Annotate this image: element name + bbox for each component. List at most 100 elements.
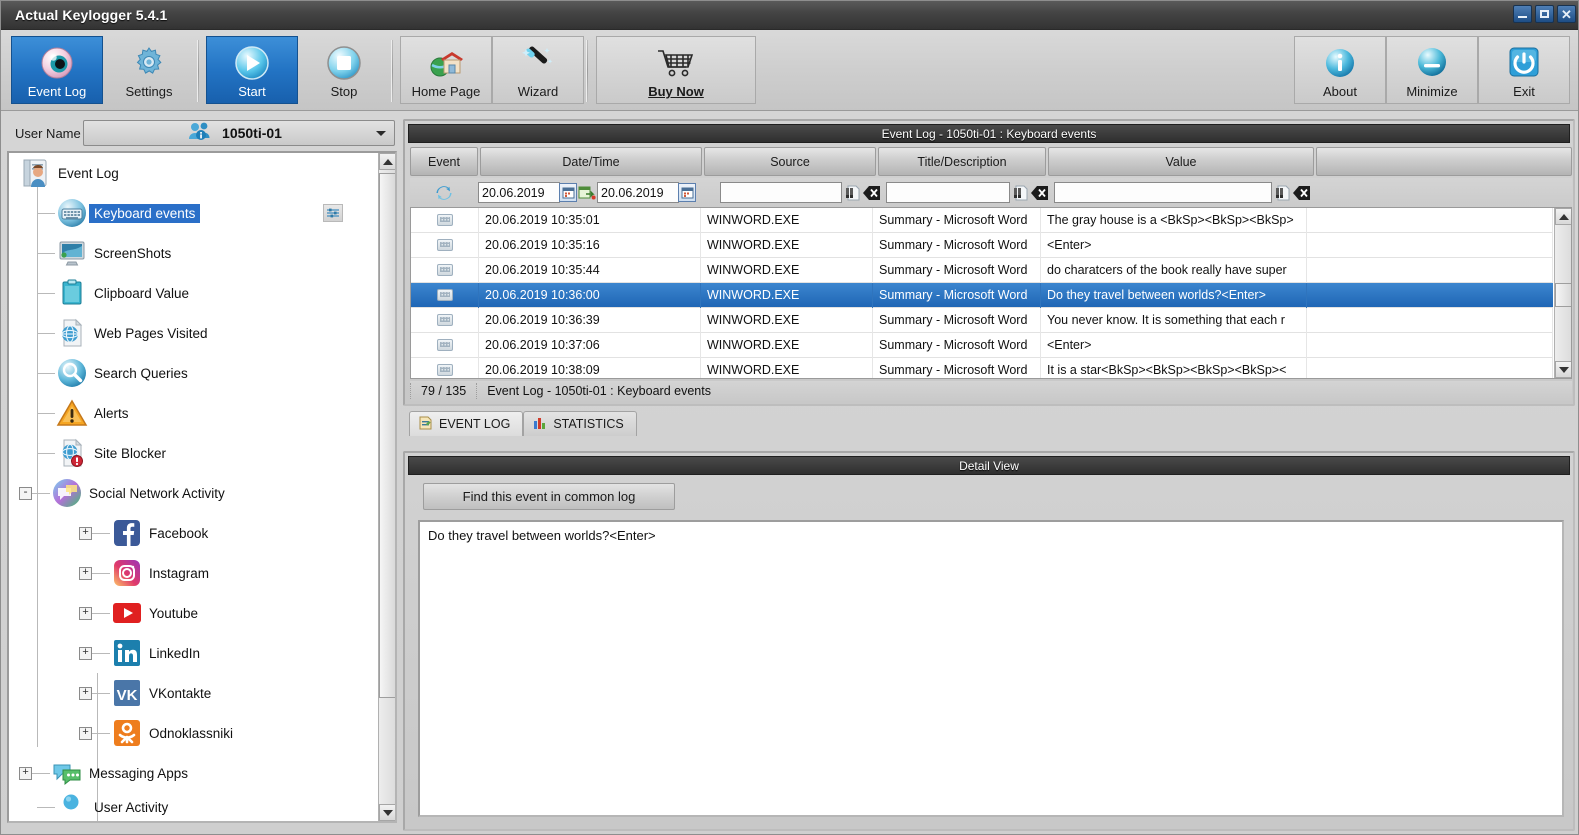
magnifier-icon (55, 356, 89, 390)
tree-item-odnoklassniki[interactable]: + Odnoklassniki (9, 713, 377, 753)
tree-expander-expand[interactable]: + (19, 766, 32, 780)
tree-item-messaging-apps[interactable]: + Messaging Apps (9, 753, 377, 793)
toolbar-button-buy-now[interactable]: Buy Now (596, 36, 756, 104)
detail-view-text[interactable]: Do they travel between worlds?<Enter> (418, 520, 1564, 817)
tree-item-label: User Activity (94, 799, 169, 815)
column-header-value[interactable]: Value (1048, 147, 1314, 176)
tree-expander-expand[interactable]: + (79, 566, 92, 580)
title-filter-input[interactable] (886, 182, 1010, 203)
tab-label: STATISTICS (553, 417, 624, 431)
tree-item-label: Social Network Activity (89, 485, 225, 501)
tree-expander-collapse[interactable]: - (19, 486, 32, 500)
row-value: The gray house is a <BkSp><BkSp><BkSp> (1041, 208, 1307, 233)
table-row[interactable]: 20.06.2019 10:35:44 WINWORD.EXE Summary … (411, 257, 1553, 283)
toolbar-button-stop[interactable]: Stop (298, 36, 390, 104)
tree-expander-expand[interactable]: + (79, 726, 92, 740)
toolbar-button-home-page[interactable]: Home Page (400, 36, 492, 104)
scroll-thumb[interactable] (379, 173, 395, 698)
row-blank (1307, 283, 1553, 308)
tree-connector (37, 806, 55, 808)
tree-connector (37, 292, 55, 294)
row-event-icon (411, 232, 479, 258)
tree-expander-expand[interactable]: + (79, 646, 92, 660)
value-filter-clear-icon[interactable] (1292, 183, 1312, 203)
table-row-selected[interactable]: 20.06.2019 10:36:00 WINWORD.EXE Summary … (411, 282, 1553, 308)
tree-expander-expand[interactable]: + (79, 606, 92, 620)
tree-item-web-pages-visited[interactable]: Web Pages Visited (9, 313, 377, 353)
toolbar-button-about[interactable]: About (1294, 36, 1386, 104)
chevron-down-icon[interactable] (376, 131, 386, 136)
tree-item-keyboard-events[interactable]: Keyboard events (9, 193, 377, 233)
table-row[interactable]: 20.06.2019 10:36:39 WINWORD.EXE Summary … (411, 307, 1553, 333)
tree-item-youtube[interactable]: + Youtube (9, 593, 377, 633)
tree-item-event-log[interactable]: Event Log (9, 153, 377, 193)
tree-item-search-queries[interactable]: Search Queries (9, 353, 377, 393)
user-name-combobox[interactable]: 1050ti-01 (83, 120, 395, 146)
column-header-source[interactable]: Source (704, 147, 876, 176)
tree-vertical-scrollbar[interactable] (378, 153, 395, 821)
date-range-link-icon[interactable] (577, 183, 597, 203)
tab-event-log[interactable]: EVENT LOG (409, 411, 524, 436)
scroll-down-button[interactable] (379, 804, 395, 821)
toolbar-button-minimize[interactable]: Minimize (1386, 36, 1478, 104)
table-vertical-scrollbar[interactable] (1554, 208, 1571, 378)
source-filter-input[interactable] (720, 182, 842, 203)
tree-item-site-blocker[interactable]: Site Blocker (9, 433, 377, 473)
column-header-datetime[interactable]: Date/Time (480, 147, 702, 176)
tree-item-clipboard-value[interactable]: Clipboard Value (9, 273, 377, 313)
scroll-thumb[interactable] (1555, 283, 1571, 307)
tree-item-vkontakte[interactable]: + VK VKontakte (9, 673, 377, 713)
refresh-icon[interactable] (410, 183, 478, 203)
scroll-up-button[interactable] (1555, 208, 1571, 225)
tree-item-linkedin[interactable]: + LinkedIn (9, 633, 377, 673)
tree-connector (92, 572, 110, 574)
event-tree[interactable]: Event Log Keyboard events ScreenShots Cl… (7, 151, 397, 823)
column-header-event[interactable]: Event (410, 147, 478, 176)
find-event-in-common-log-button[interactable]: Find this event in common log (423, 483, 675, 510)
tree-expander-expand[interactable]: + (79, 526, 92, 540)
tab-statistics[interactable]: STATISTICS (523, 411, 637, 436)
table-row[interactable]: 20.06.2019 10:37:06 WINWORD.EXE Summary … (411, 332, 1553, 358)
value-filter-search-icon[interactable] (1272, 183, 1292, 203)
column-settings-icon[interactable] (323, 204, 343, 222)
date-to-picker-button[interactable] (678, 183, 696, 202)
event-log-table[interactable]: 20.06.2019 10:35:01 WINWORD.EXE Summary … (410, 207, 1572, 379)
table-row[interactable]: 20.06.2019 10:38:09 WINWORD.EXE Summary … (411, 357, 1553, 378)
tree-expander-expand[interactable]: + (79, 686, 92, 700)
source-filter-clear-icon[interactable] (862, 183, 882, 203)
tree-item-facebook[interactable]: + Facebook (9, 513, 377, 553)
table-row[interactable]: 20.06.2019 10:35:01 WINWORD.EXE Summary … (411, 208, 1553, 233)
toolbar-button-exit[interactable]: Exit (1478, 36, 1570, 104)
tree-item-label: Messaging Apps (89, 765, 189, 781)
date-to-input[interactable]: 20.06.2019 (597, 182, 679, 203)
tree-item-screenshots[interactable]: ScreenShots (9, 233, 377, 273)
scroll-up-button[interactable] (379, 153, 395, 170)
row-source: WINWORD.EXE (701, 357, 873, 378)
column-header-title[interactable]: Title/Description (878, 147, 1046, 176)
tree-item-instagram[interactable]: + Instagram (9, 553, 377, 593)
table-row[interactable]: 20.06.2019 10:35:16 WINWORD.EXE Summary … (411, 232, 1553, 258)
toolbar-label: Buy Now (648, 84, 704, 99)
tree-item-alerts[interactable]: Alerts (9, 393, 377, 433)
column-header-blank[interactable] (1316, 147, 1572, 176)
keyboard-icon (436, 314, 453, 326)
toolbar-button-settings[interactable]: Settings (103, 36, 195, 104)
toolbar-button-wizard[interactable]: Wizard (492, 36, 584, 104)
window-close-button[interactable]: ✕ (1557, 5, 1576, 23)
scroll-down-button[interactable] (1555, 361, 1571, 378)
source-filter-search-icon[interactable] (842, 183, 862, 203)
toolbar-button-start[interactable]: Start (206, 36, 298, 104)
tree-item-label: Event Log (58, 165, 119, 181)
date-from-input[interactable]: 20.06.2019 (478, 182, 560, 203)
title-filter-search-icon[interactable] (1010, 183, 1030, 203)
window-minimize-button[interactable] (1513, 5, 1532, 23)
title-filter-clear-icon[interactable] (1030, 183, 1050, 203)
tree-item-user-activity[interactable]: User Activity (9, 793, 377, 821)
messaging-icon (50, 756, 84, 790)
tree-item-social-network-activity[interactable]: - Social Network Activity (9, 473, 377, 513)
date-from-picker-button[interactable] (559, 183, 577, 202)
window-maximize-button[interactable] (1535, 5, 1554, 23)
toolbar-button-event-log[interactable]: Event Log (11, 36, 103, 104)
value-filter-input[interactable] (1054, 182, 1272, 203)
tree-connector (32, 772, 50, 774)
